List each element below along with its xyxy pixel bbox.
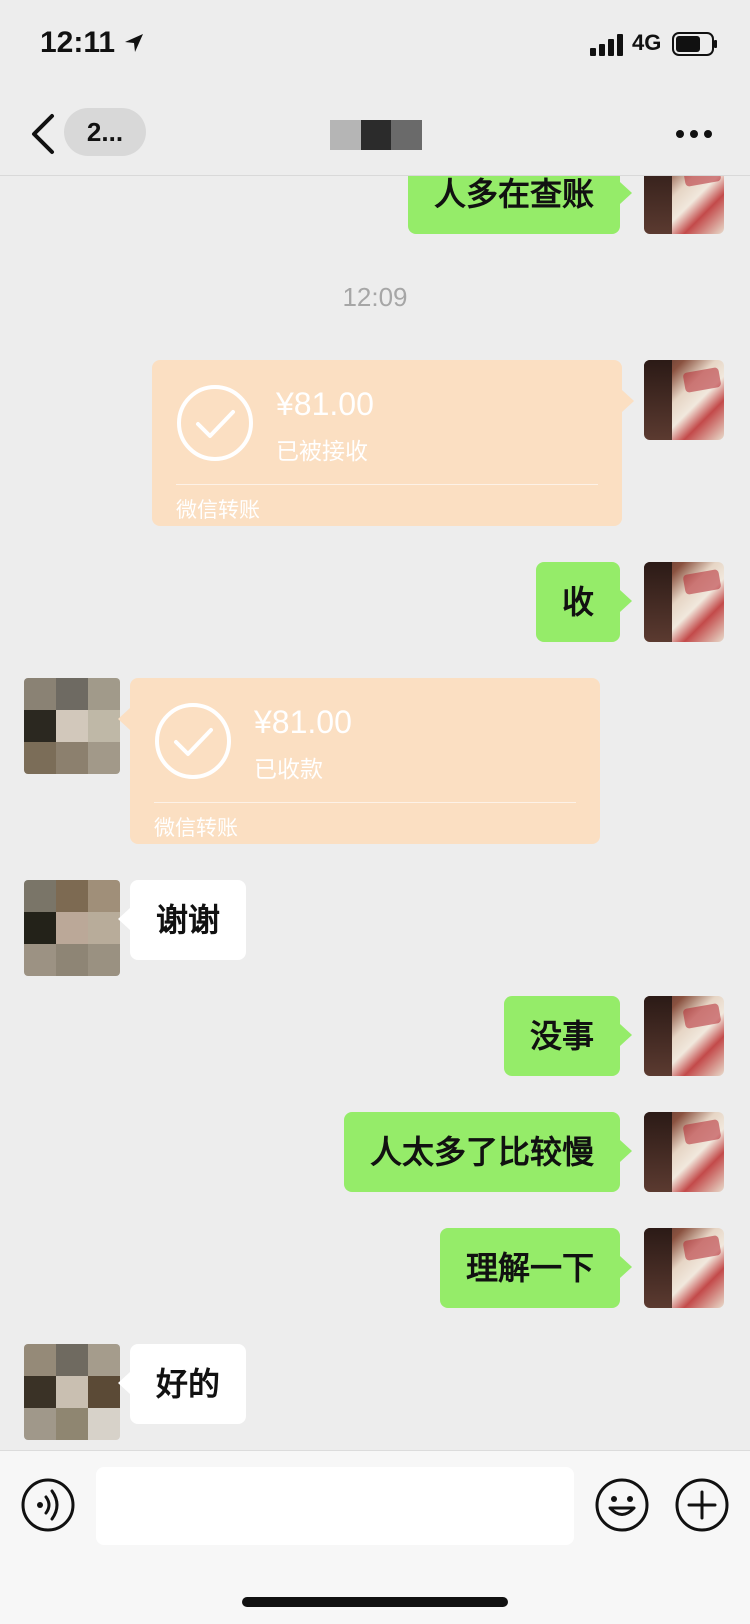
avatar-self[interactable] bbox=[644, 1228, 724, 1308]
plus-icon[interactable] bbox=[674, 1477, 730, 1533]
message-bubble-self[interactable]: 人太多了比较慢 bbox=[343, 1112, 633, 1192]
chat-header: 2... bbox=[0, 92, 750, 176]
back-arrow-icon[interactable] bbox=[28, 112, 58, 156]
more-options-icon[interactable] bbox=[674, 122, 714, 146]
status-bar: 12:11 4G bbox=[0, 0, 750, 92]
avatar-self[interactable] bbox=[644, 176, 724, 234]
message-bubble-self[interactable]: 理解一下 bbox=[439, 1228, 633, 1308]
transfer-divider bbox=[154, 802, 576, 803]
unread-count-badge[interactable]: 2... bbox=[64, 108, 146, 156]
transfer-label: 微信转账 bbox=[154, 816, 238, 840]
status-time: 12:11 bbox=[40, 26, 116, 59]
message-bubble-self[interactable]: 没事 bbox=[503, 996, 633, 1076]
avatar-self[interactable] bbox=[644, 562, 724, 642]
message-bubble-other[interactable]: 好的 bbox=[117, 1344, 247, 1424]
voice-input-icon[interactable] bbox=[20, 1477, 76, 1533]
transfer-label: 微信转账 bbox=[176, 498, 260, 522]
avatar-self[interactable] bbox=[644, 360, 724, 440]
avatar-other[interactable] bbox=[24, 880, 120, 976]
input-bar bbox=[0, 1450, 750, 1624]
avatar-self[interactable] bbox=[644, 1112, 724, 1192]
transfer-card-self[interactable]: ¥81.00 已被接收 微信转账 bbox=[152, 360, 634, 526]
message-bubble-other[interactable]: 谢谢 bbox=[117, 880, 247, 960]
transfer-divider bbox=[176, 484, 598, 485]
signal-strength-icon bbox=[590, 34, 623, 56]
message-bubble-self[interactable]: 收 bbox=[535, 562, 633, 642]
avatar-self[interactable] bbox=[644, 996, 724, 1076]
transfer-card-other[interactable]: ¥81.00 已收款 微信转账 bbox=[118, 678, 600, 844]
home-indicator bbox=[242, 1597, 508, 1607]
transfer-status: 已被接收 bbox=[276, 439, 368, 465]
check-circle-icon bbox=[177, 385, 253, 461]
message-input[interactable] bbox=[96, 1467, 574, 1545]
message-list[interactable]: 人多在查账 12:09 ¥81.00 已被接收 微信转账 收 ¥81.00 已收… bbox=[0, 176, 750, 1450]
chat-title-redacted bbox=[330, 120, 423, 150]
check-circle-icon bbox=[155, 703, 231, 779]
avatar-other[interactable] bbox=[24, 1344, 120, 1440]
location-arrow-icon bbox=[125, 34, 143, 52]
emoji-icon[interactable] bbox=[594, 1477, 650, 1533]
network-type: 4G bbox=[632, 30, 662, 55]
battery-icon bbox=[672, 32, 717, 56]
transfer-status: 已收款 bbox=[254, 757, 323, 783]
avatar-other[interactable] bbox=[24, 678, 120, 774]
transfer-amount: ¥81.00 bbox=[254, 704, 352, 740]
message-timestamp: 12:09 bbox=[342, 282, 408, 312]
message-bubble-self[interactable]: 人多在查账 bbox=[407, 176, 633, 234]
transfer-amount: ¥81.00 bbox=[276, 386, 374, 422]
